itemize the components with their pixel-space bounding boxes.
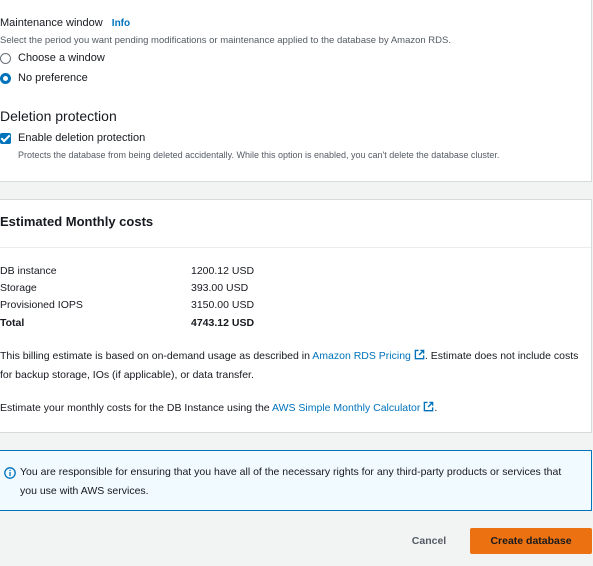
cost-value: 1200.12 USD — [191, 265, 255, 277]
deletion-protection-description: Protects the database from being deleted… — [18, 150, 500, 160]
cost-label: DB instance — [0, 265, 57, 277]
cost-row-storage: Storage 393.00 USD — [0, 282, 300, 298]
cost-label: Provisioned IOPS — [0, 299, 83, 311]
radio-no-preference-label: No preference — [18, 72, 88, 84]
cost-label: Storage — [0, 282, 37, 294]
settings-panel: Maintenance window Info Select the perio… — [0, 0, 592, 182]
cost-row-db-instance: DB instance 1200.12 USD — [0, 265, 300, 281]
radio-no-preference-control[interactable] — [0, 72, 11, 84]
external-link-icon — [424, 401, 434, 412]
billing-pre-text: This billing estimate is based on on-dem… — [0, 350, 313, 362]
info-circle-icon — [4, 467, 16, 479]
maintenance-info-link[interactable]: Info — [112, 18, 130, 29]
costs-header: Estimated Monthly costs — [0, 200, 591, 248]
calc-post-text: . — [434, 402, 438, 414]
cancel-button[interactable]: Cancel — [392, 528, 466, 554]
monthly-calculator-link[interactable]: AWS Simple Monthly Calculator — [272, 401, 434, 414]
costs-title: Estimated Monthly costs — [0, 214, 154, 229]
radio-choose-window[interactable]: Choose a window — [0, 52, 105, 64]
cost-row-provisioned-iops: Provisioned IOPS 3150.00 USD — [0, 299, 300, 315]
deletion-protection-label: Enable deletion protection — [18, 132, 146, 144]
cost-value: 4743.12 USD — [191, 317, 255, 329]
cost-row-total: Total 4743.12 USD — [0, 317, 300, 333]
cost-value: 393.00 USD — [191, 282, 249, 294]
external-link-icon — [414, 349, 425, 360]
cost-label: Total — [0, 317, 25, 329]
calculator-text: Estimate your monthly costs for the DB I… — [0, 399, 580, 418]
alert-text: You are responsible for ensuring that yo… — [20, 466, 562, 497]
create-database-button[interactable]: Create database — [470, 528, 592, 554]
maintenance-window-label: Maintenance window — [0, 17, 103, 29]
deletion-protection-checkbox-row[interactable]: Enable deletion protection — [0, 132, 145, 144]
maintenance-window-label-row: Maintenance window Info — [0, 17, 130, 29]
cost-value: 3150.00 USD — [191, 299, 255, 311]
radio-choose-window-control[interactable] — [0, 52, 11, 64]
deletion-protection-title: Deletion protection — [0, 108, 117, 124]
estimated-costs-panel: Estimated Monthly costs DB instance 1200… — [0, 199, 592, 433]
maintenance-description: Select the period you want pending modif… — [0, 35, 452, 46]
radio-choose-window-label: Choose a window — [18, 52, 105, 64]
billing-estimate-text: This billing estimate is based on on-dem… — [0, 347, 580, 385]
rds-pricing-link[interactable]: Amazon RDS Pricing — [312, 349, 425, 362]
calc-pre-text: Estimate your monthly costs for the DB I… — [0, 402, 272, 414]
deletion-protection-checkbox[interactable] — [0, 132, 11, 144]
rights-info-alert: You are responsible for ensuring that yo… — [0, 450, 592, 511]
radio-no-preference[interactable]: No preference — [0, 72, 88, 84]
